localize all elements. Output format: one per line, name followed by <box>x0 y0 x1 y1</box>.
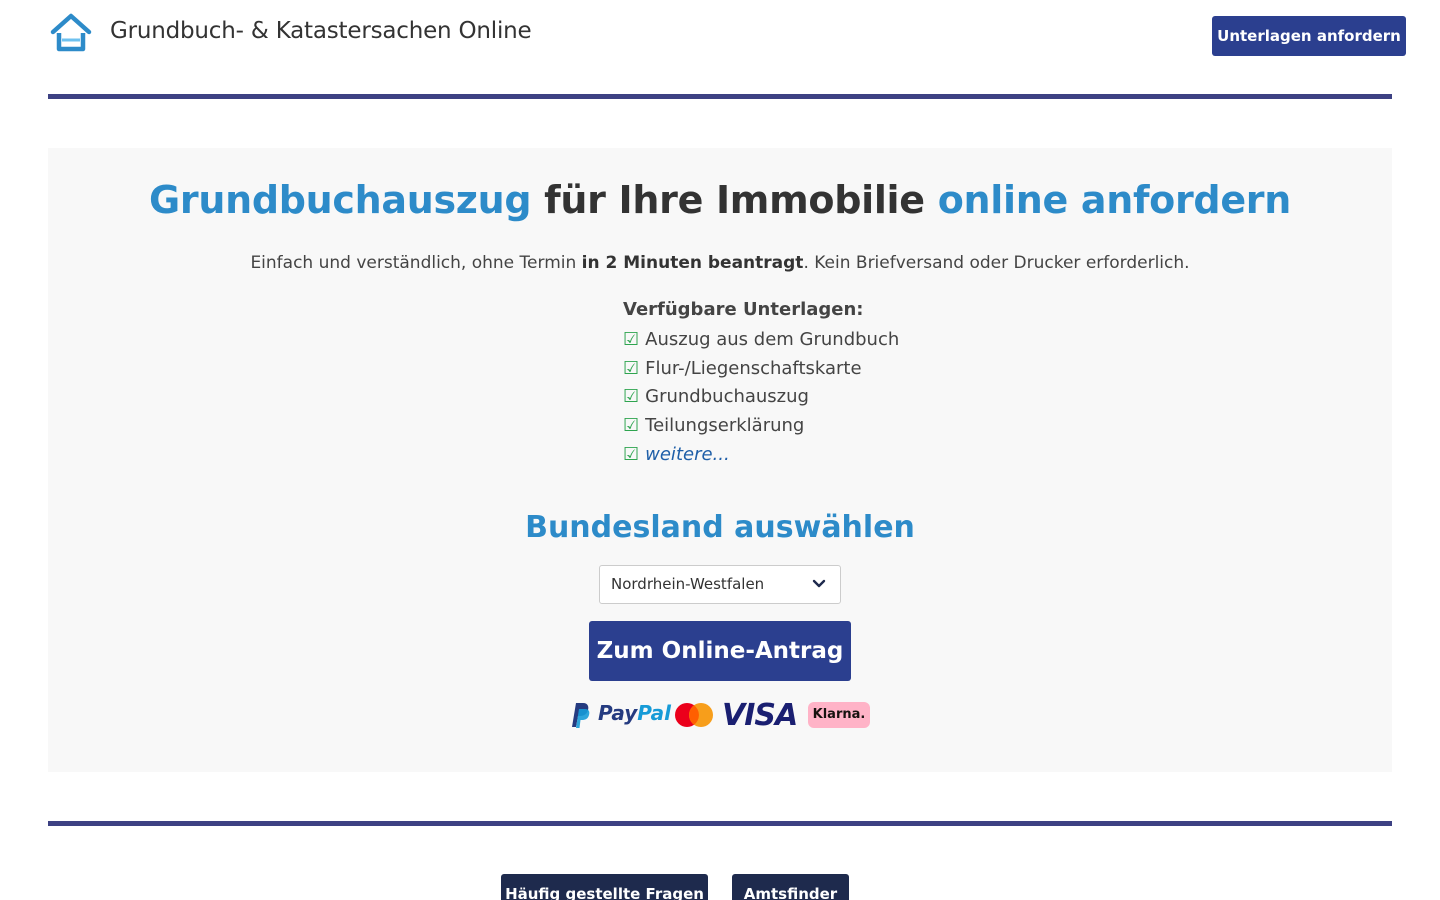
state-heading: Bundesland auswählen <box>525 510 915 545</box>
subtitle-text-1: Einfach und verständlich, ohne Termin <box>250 253 582 273</box>
document-label: Teilungserklärung <box>645 415 805 437</box>
checkbox-icon: ☑ <box>623 443 640 465</box>
document-label: Flur-/Liegenschaftskarte <box>645 357 862 379</box>
hero-title-part2: für Ihre Immobilie <box>531 178 938 222</box>
amtsfinder-button[interactable]: Amtsfinder <box>732 874 849 900</box>
document-item: ☑ Grundbuchauszug <box>623 383 983 412</box>
chevron-down-icon <box>812 579 826 588</box>
more-documents-link[interactable]: weitere... <box>645 444 730 465</box>
document-item: ☑ Flur-/Liegenschaftskarte <box>623 355 983 384</box>
payment-methods: PayPal VISA Klarna. <box>568 698 873 733</box>
subtitle-text-2: . Kein Briefversand oder Drucker erforde… <box>803 253 1190 273</box>
document-item-more: ☑ weitere... <box>623 441 983 470</box>
hero-title-part1: Grundbuchauszug <box>148 178 532 222</box>
checkbox-icon: ☑ <box>623 357 640 379</box>
site-title[interactable]: Grundbuch- & Katastersachen Online <box>110 18 532 44</box>
mastercard-icon <box>675 703 713 727</box>
visa-logo: VISA <box>722 698 798 733</box>
klarna-logo: Klarna. <box>808 702 870 728</box>
online-application-button[interactable]: Zum Online-Antrag <box>589 621 851 681</box>
paypal-pal: Pal <box>637 701 672 725</box>
subtitle-bold: in 2 Minuten beantragt <box>581 253 804 273</box>
state-select[interactable]: Nordrhein-Westfalen <box>599 565 841 604</box>
documents-heading: Verfügbare Unterlagen: <box>623 299 864 320</box>
hero-title-part3: online anfordern <box>937 178 1292 222</box>
paypal-wordmark: PayPal <box>598 701 671 725</box>
available-documents: Verfügbare Unterlagen: ☑ Auszug aus dem G… <box>623 296 983 469</box>
document-item: ☑ Teilungserklärung <box>623 412 983 441</box>
site-header: Grundbuch- & Katastersachen Online Unter… <box>0 0 1440 94</box>
document-label: Auszug aus dem Grundbuch <box>645 329 900 350</box>
checkbox-icon: ☑ <box>623 386 640 408</box>
document-label: Grundbuchauszug <box>645 386 809 408</box>
top-divider <box>48 94 1392 99</box>
state-select-value: Nordrhein-Westfalen <box>611 575 765 593</box>
checkbox-icon: ☑ <box>623 329 640 350</box>
checkbox-icon: ☑ <box>623 415 640 437</box>
hero-section: Grundbuchauszug für Ihre Immobilie onlin… <box>48 148 1392 772</box>
faq-button[interactable]: Häufig gestellte Fragen <box>501 874 708 900</box>
house-logo-icon[interactable] <box>50 13 92 53</box>
paypal-icon <box>572 703 590 728</box>
paypal-pay: Pay <box>598 701 638 725</box>
bottom-divider <box>48 821 1392 826</box>
hero-title: Grundbuchauszug für Ihre Immobilie onlin… <box>48 178 1392 222</box>
document-item: ☑ Auszug aus dem Grundbuch <box>623 326 983 355</box>
hero-subtitle: Einfach und verständlich, ohne Termin in… <box>48 253 1392 273</box>
request-documents-button[interactable]: Unterlagen anfordern <box>1212 16 1406 56</box>
